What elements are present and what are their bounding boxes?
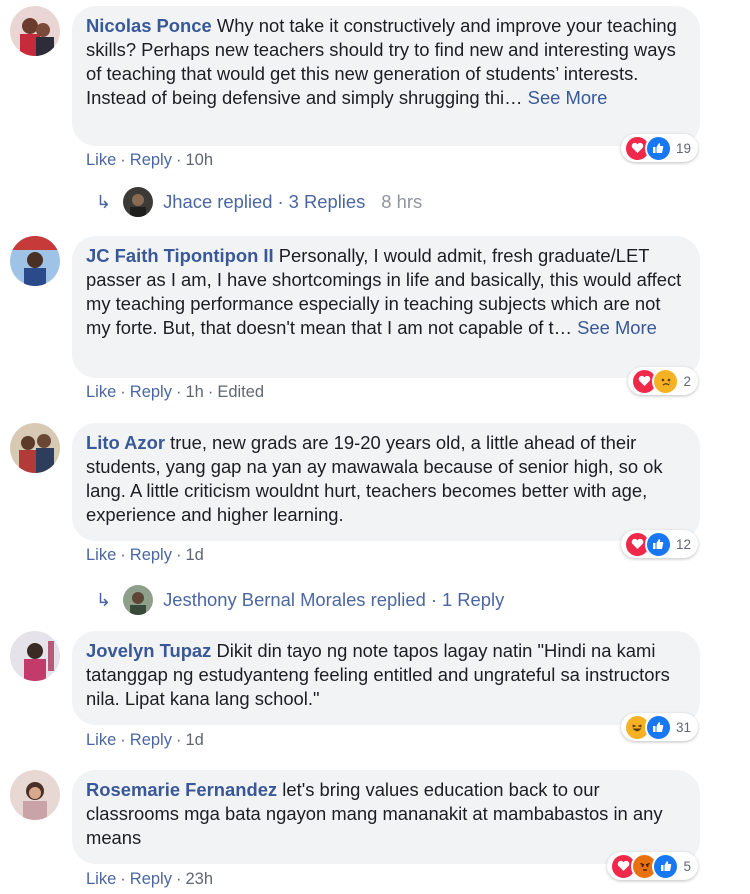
comment-bubble: Lito Azor true, new grads are 19-20 year… [72,423,700,541]
reaction-count: 5 [683,858,691,874]
comment-author[interactable]: Nicolas Ponce [86,15,212,36]
separator: · [175,151,182,169]
reaction-summary[interactable]: 12 [620,530,698,558]
see-more-link[interactable]: See More [577,317,657,338]
separator: · [120,383,126,401]
comment-bubble: Rosemarie Fernandez let's bring values e… [72,770,700,864]
reaction-summary[interactable]: 2 [628,367,698,395]
separator: · [120,151,126,169]
like-button[interactable]: Like [86,870,116,888]
comment-actions: Like · Reply · 10h [86,149,213,171]
reaction-count: 12 [675,536,691,552]
separator: · [175,383,182,401]
sad-reaction-icon [652,367,680,395]
comment-actions: Like · Reply · 1d [86,544,204,566]
comment-actions: Like · Reply · 23h [86,868,213,890]
replier-name: Jesthony Bernal Morales replied [163,589,426,610]
comment-actions: Like · Reply · 1d [86,729,204,751]
reply-time: 8 hrs [381,191,423,212]
reply-count: 3 Replies [288,191,366,212]
reaction-count: 31 [675,719,691,735]
reply-button[interactable]: Reply [130,870,172,888]
reply-button[interactable]: Reply [130,546,172,564]
separator: · [120,546,126,564]
reply-button[interactable]: Reply [130,151,172,169]
avatar[interactable] [10,423,60,473]
separator: · [175,731,182,749]
view-replies-link[interactable]: ↳ Jesthony Bernal Morales replied · 1 Re… [96,585,504,615]
comment-time[interactable]: 1d [185,546,203,564]
comment-bubble: JC Faith Tipontipon II Personally, I wou… [72,236,700,378]
like-button[interactable]: Like [86,546,116,564]
avatar[interactable] [10,6,60,56]
comment-author[interactable]: Rosemarie Fernandez [86,779,277,800]
like-button[interactable]: Like [86,731,116,749]
comment-author[interactable]: Jovelyn Tupaz [86,640,211,661]
comment-author[interactable]: JC Faith Tipontipon II [86,245,274,266]
comment-time[interactable]: 23h [185,870,213,888]
comment-bubble: Nicolas Ponce Why not take it constructi… [72,6,700,146]
view-replies-link[interactable]: ↳ Jhace replied · 3 Replies 8 hrs [96,187,422,217]
separator: · [120,731,126,749]
like-reaction-icon [644,134,672,162]
comment-bubble: Jovelyn Tupaz Dikit din tayo ng note tap… [72,631,700,725]
like-reaction-icon [652,852,680,880]
comment-time[interactable]: 1h [185,383,203,401]
separator: · [207,383,214,401]
reply-avatar [123,187,154,217]
separator: · [430,589,437,610]
reply-button[interactable]: Reply [130,731,172,749]
comment-actions: Like · Reply · 1h · Edited [86,381,264,403]
see-more-link[interactable]: See More [528,87,608,108]
reply-arrow-icon: ↳ [96,590,112,610]
reaction-count: 19 [675,140,691,156]
like-reaction-icon [644,713,672,741]
like-reaction-icon [644,530,672,558]
separator: · [175,546,182,564]
edited-label[interactable]: Edited [217,383,264,401]
comment-author[interactable]: Lito Azor [86,432,165,453]
like-button[interactable]: Like [86,151,116,169]
comment-time[interactable]: 1d [185,731,203,749]
avatar[interactable] [10,631,60,681]
separator: · [277,191,284,212]
replier-name: Jhace replied [163,191,273,212]
comment-text: true, new grads are 19-20 years old, a l… [86,432,663,525]
separator: · [175,870,182,888]
reply-count: 1 Reply [441,589,505,610]
reply-button[interactable]: Reply [130,383,172,401]
reaction-summary[interactable]: 19 [620,134,698,162]
reply-avatar [123,585,154,615]
comment-time[interactable]: 10h [185,151,213,169]
like-button[interactable]: Like [86,383,116,401]
avatar[interactable] [10,770,60,820]
separator: · [120,870,126,888]
reaction-summary[interactable]: 5 [607,852,698,880]
reaction-summary[interactable]: 31 [620,713,698,741]
avatar[interactable] [10,236,60,286]
reaction-count: 2 [683,373,691,389]
reply-arrow-icon: ↳ [96,192,112,212]
